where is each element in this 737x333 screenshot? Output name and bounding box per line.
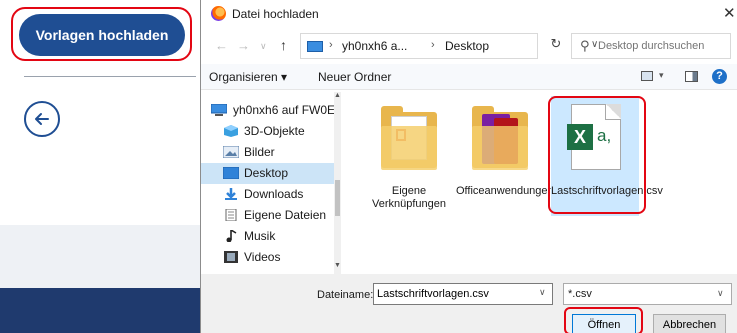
organize-menu[interactable]: Organisieren ▾ bbox=[209, 70, 287, 84]
help-icon[interactable]: ? bbox=[712, 69, 727, 84]
filetype-select[interactable]: *.csv ∨ bbox=[563, 283, 732, 305]
nav-item-computer[interactable]: yh0nxh6 auf FW0E bbox=[201, 100, 334, 121]
chevron-down-icon: ∨ bbox=[717, 288, 724, 298]
forward-arrow-icon[interactable]: → bbox=[237, 38, 250, 53]
firefox-icon bbox=[211, 6, 226, 21]
music-icon bbox=[223, 228, 239, 243]
highlight-outline bbox=[548, 96, 646, 214]
nav-item-pictures[interactable]: Bilder bbox=[201, 142, 334, 163]
cancel-button[interactable]: Abbrechen bbox=[653, 314, 726, 333]
back-button[interactable] bbox=[24, 101, 60, 137]
nav-item-music[interactable]: Musik bbox=[201, 226, 334, 247]
filename-input[interactable] bbox=[373, 283, 553, 305]
nav-item-label: Bilder bbox=[244, 145, 275, 159]
nav-item-label: Downloads bbox=[244, 187, 304, 201]
video-icon bbox=[223, 251, 239, 263]
nav-item-videos[interactable]: Videos bbox=[201, 247, 334, 268]
nav-item-documents[interactable]: Eigene Dateien bbox=[201, 205, 334, 226]
breadcrumb-desktop[interactable]: Desktop bbox=[445, 39, 489, 53]
address-bar[interactable]: › yh0nxh6 a... › Desktop ∨ bbox=[300, 33, 598, 59]
dialog-titlebar: Datei hochladen ✕ bbox=[201, 0, 737, 28]
breadcrumb-separator: › bbox=[329, 39, 333, 51]
nav-item-label: Videos bbox=[244, 250, 281, 264]
chevron-down-icon[interactable]: ∨ bbox=[539, 287, 546, 298]
download-icon bbox=[223, 188, 239, 200]
highlight-outline bbox=[564, 307, 643, 333]
navigation-bar: ← → ∨ ↑ › yh0nxh6 a... › Desktop ∨ ↻ ⚲ bbox=[201, 31, 737, 61]
folder-icon bbox=[472, 104, 528, 170]
file-item-label: Eigene Verknüpfungen bbox=[371, 185, 446, 210]
nav-item-label: Eigene Dateien bbox=[244, 208, 327, 222]
file-item-eigene-verknuepfungen[interactable]: Eigene Verknüpfungen bbox=[365, 96, 453, 216]
chevron-down-icon[interactable]: ▾ bbox=[659, 70, 664, 81]
scroll-up-icon[interactable]: ▲ bbox=[334, 92, 341, 99]
search-box: ⚲ bbox=[571, 33, 731, 59]
breadcrumb-separator: › bbox=[431, 39, 435, 51]
search-icon: ⚲ bbox=[580, 38, 590, 53]
refresh-icon[interactable]: ↻ bbox=[544, 36, 568, 56]
scroll-down-icon[interactable]: ▼ bbox=[334, 262, 341, 269]
arrow-left-icon bbox=[35, 113, 49, 125]
preview-pane-icon[interactable] bbox=[685, 71, 698, 82]
back-arrow-icon[interactable]: ← bbox=[215, 38, 228, 53]
close-icon[interactable]: ✕ bbox=[723, 4, 736, 22]
nav-item-label: yh0nxh6 auf FW0E bbox=[233, 103, 334, 117]
computer-icon bbox=[307, 41, 323, 52]
nav-scrollbar[interactable]: ▲ ▼ bbox=[334, 92, 341, 274]
scroll-thumb[interactable] bbox=[335, 180, 340, 216]
dialog-footer: Dateiname: ∨ *.csv ∨ Öffnen Abbrechen bbox=[201, 274, 737, 333]
pictures-icon bbox=[222, 145, 240, 159]
folder-icon bbox=[381, 104, 437, 170]
nav-item-desktop[interactable]: Desktop bbox=[201, 163, 334, 184]
divider bbox=[24, 76, 196, 77]
dialog-title: Datei hochladen bbox=[232, 7, 319, 21]
upload-templates-button[interactable]: Vorlagen hochladen bbox=[19, 14, 185, 56]
breadcrumb-user[interactable]: yh0nxh6 a... bbox=[342, 39, 407, 53]
navigation-pane: yh0nxh6 auf FW0E 3D-Objekte Bilder Deskt… bbox=[201, 92, 341, 274]
up-arrow-icon[interactable]: ↑ bbox=[280, 37, 287, 53]
file-upload-dialog: Datei hochladen ✕ ← → ∨ ↑ › yh0nxh6 a...… bbox=[200, 0, 737, 333]
nav-item-label: Musik bbox=[244, 229, 276, 243]
filetype-value: *.csv bbox=[568, 288, 592, 300]
file-item-officeanwendungen[interactable]: Officeanwendungen bbox=[456, 96, 554, 216]
desktop-icon bbox=[222, 166, 240, 180]
nav-item-downloads[interactable]: Downloads bbox=[201, 184, 334, 205]
history-chevron-icon[interactable]: ∨ bbox=[260, 41, 267, 52]
nav-item-3d-objects[interactable]: 3D-Objekte bbox=[201, 121, 334, 142]
nav-item-label: Desktop bbox=[244, 166, 289, 180]
file-list: Eigene Verknüpfungen Officeanwendungen X… bbox=[343, 92, 737, 274]
new-folder-button[interactable]: Neuer Ordner bbox=[318, 70, 391, 84]
cube-icon bbox=[223, 125, 239, 137]
command-toolbar: Organisieren ▾ Neuer Ordner ▾ ? bbox=[201, 64, 737, 90]
filename-label: Dateiname: bbox=[317, 289, 374, 301]
nav-item-label: 3D-Objekte bbox=[244, 124, 305, 138]
computer-icon bbox=[210, 103, 228, 116]
file-item-label: Officeanwendungen bbox=[456, 185, 554, 197]
view-icon[interactable] bbox=[641, 71, 653, 81]
search-input[interactable] bbox=[598, 37, 728, 55]
documents-icon bbox=[223, 208, 239, 222]
